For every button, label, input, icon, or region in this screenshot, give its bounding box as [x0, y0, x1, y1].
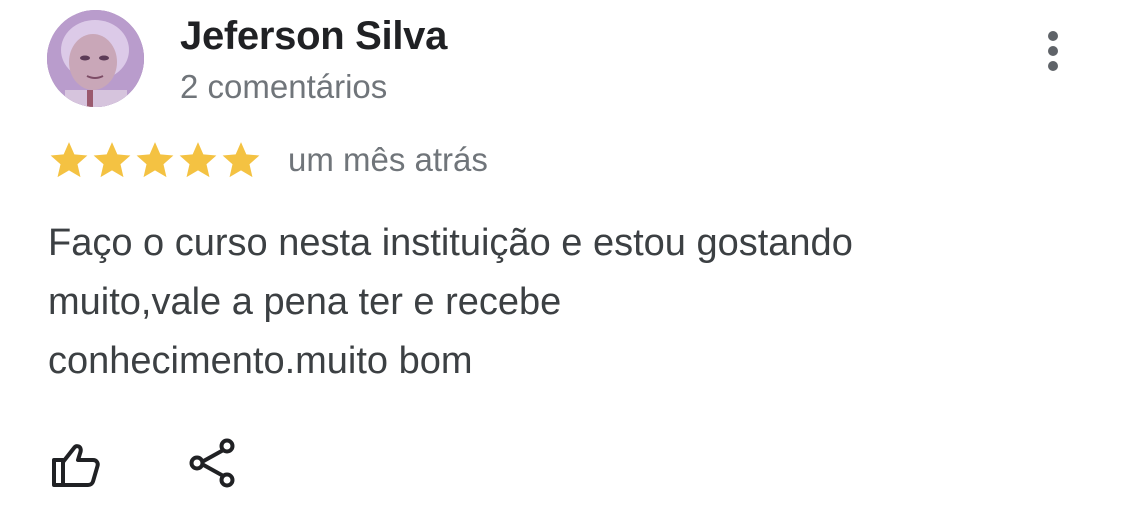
rating-row: um mês atrás	[48, 138, 488, 182]
star-filled-icon	[50, 142, 88, 178]
star-filled-icon	[222, 142, 260, 178]
review-text-line: Faço o curso nesta instituição e estou g…	[48, 222, 853, 264]
reviewer-name[interactable]: Jeferson Silva	[180, 14, 447, 59]
avatar-image	[47, 10, 144, 107]
review-text: Faço o curso nesta instituição e estou g…	[48, 214, 1008, 391]
more-options-button[interactable]	[1030, 24, 1076, 78]
thumbs-up-icon	[52, 444, 100, 487]
reviewer-avatar[interactable]	[47, 10, 144, 107]
more-vert-icon	[1048, 31, 1058, 71]
star-filled-icon	[93, 142, 131, 178]
star-filled-icon	[179, 142, 217, 178]
review-text-line: conhecimento.muito bom	[48, 340, 473, 382]
like-button[interactable]	[48, 436, 104, 492]
reviewer-comment-count: 2 comentários	[180, 68, 388, 105]
share-icon	[189, 438, 235, 488]
review-card: Jeferson Silva 2 comentários um mês atrá…	[0, 0, 1125, 528]
review-text-line: muito,vale a pena ter e recebe	[48, 281, 562, 323]
share-button[interactable]	[186, 436, 242, 492]
review-date: um mês atrás	[288, 141, 488, 178]
star-filled-icon	[136, 142, 174, 178]
star-rating	[48, 139, 262, 181]
